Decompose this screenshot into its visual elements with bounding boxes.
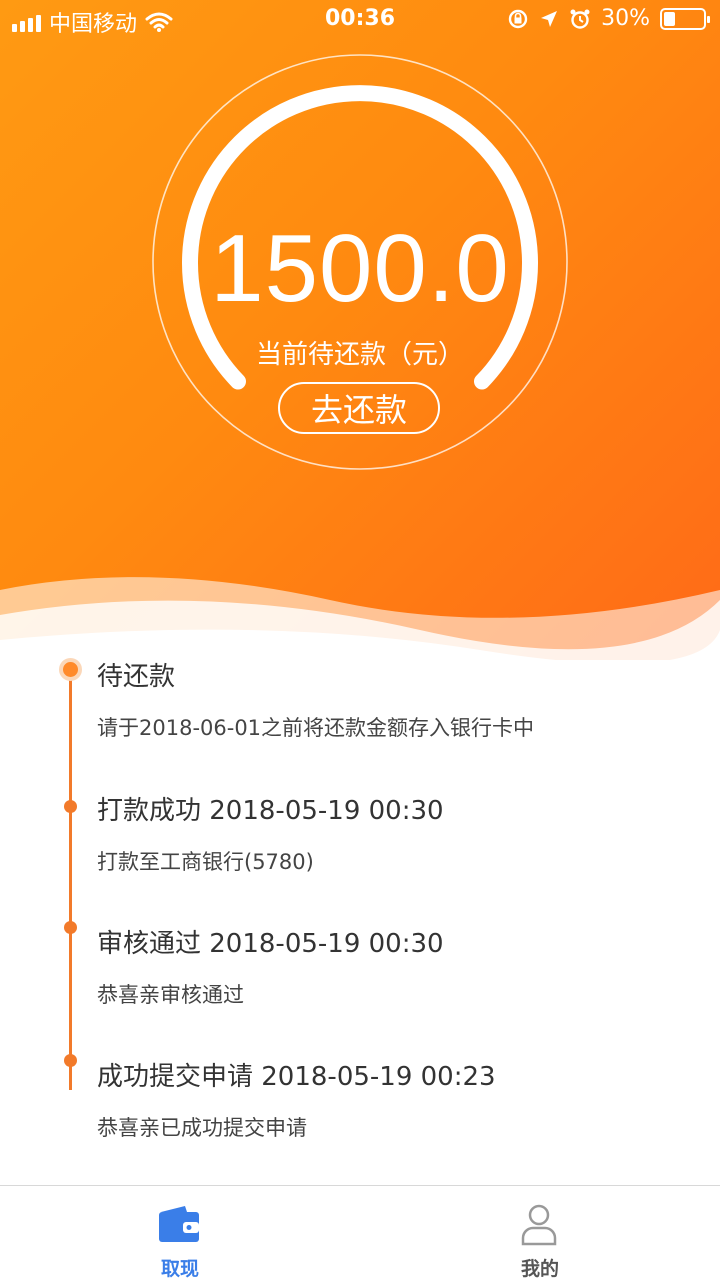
timeline-desc: 打款至工商银行(5780) — [97, 850, 314, 874]
timeline-desc: 请于2018-06-01之前将还款金额存入银行卡中 — [97, 716, 535, 740]
wallet-icon — [159, 1206, 199, 1242]
pending-amount-label: 当前待还款（元） — [255, 340, 464, 370]
timeline-title: 审核通过 2018-05-19 00:30 — [97, 929, 444, 959]
timeline-desc: 恭喜亲审核通过 — [97, 983, 244, 1007]
timeline-dot — [64, 1054, 77, 1067]
tab-label: 取现 — [160, 1258, 199, 1280]
wave-decoration — [0, 577, 720, 660]
repay-button[interactable]: 去还款 — [278, 382, 440, 434]
timeline-line — [69, 670, 72, 1090]
timeline-dot-current — [59, 658, 82, 681]
user-icon — [521, 1204, 557, 1246]
bottom-tab-bar: 取现 我的 — [0, 1185, 720, 1280]
timeline-desc: 恭喜亲已成功提交申请 — [97, 1116, 307, 1140]
timeline-dot — [64, 800, 77, 813]
timeline-title: 成功提交申请 2018-05-19 00:23 — [97, 1062, 496, 1092]
tab-label: 我的 — [520, 1258, 559, 1280]
hero-header: 中国移动 00:36 30% 1500.0 当前待还款（元） 去还款 — [0, 0, 720, 660]
tab-mine[interactable]: 我的 — [360, 1186, 720, 1280]
timeline-dot — [64, 921, 77, 934]
timeline-title: 待还款 — [97, 662, 176, 692]
timeline-title: 打款成功 2018-05-19 00:30 — [97, 796, 444, 826]
tab-withdraw[interactable]: 取现 — [0, 1186, 360, 1280]
pending-amount: 1500.0 — [210, 215, 510, 322]
